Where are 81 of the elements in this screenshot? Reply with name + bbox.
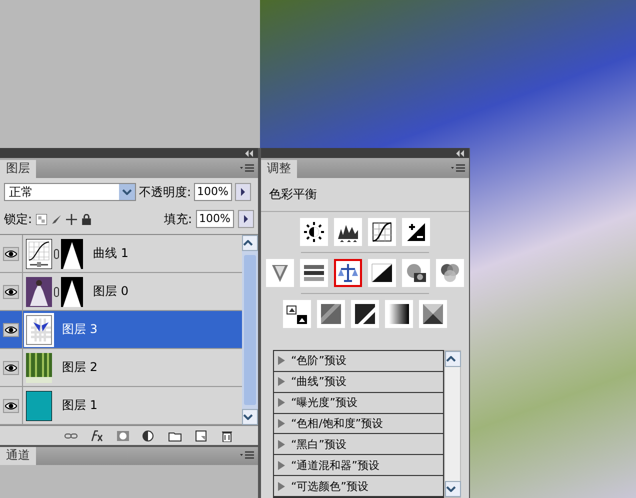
panel-menu-icon[interactable] <box>240 451 254 461</box>
preset-item[interactable]: “色相/饱和度”预设 <box>274 414 443 434</box>
plus-minus-icon[interactable] <box>402 218 430 246</box>
forest-thumbnail <box>26 352 52 382</box>
right-arrow-icon[interactable] <box>240 188 246 196</box>
chain-link-icon[interactable] <box>54 248 59 258</box>
opacity-field[interactable]: 100% <box>194 183 232 201</box>
camera-icon[interactable] <box>402 259 430 287</box>
layer-name: 图层 0 <box>93 283 128 300</box>
curve-graph-icon[interactable] <box>368 218 396 246</box>
layers-tab[interactable]: 图层 <box>0 160 36 178</box>
expand-triangle-icon[interactable] <box>278 482 285 491</box>
fx-icon[interactable] <box>90 430 104 442</box>
checker-icon[interactable] <box>36 214 48 224</box>
fill-arrow-button[interactable] <box>238 210 254 228</box>
scales-icon[interactable] <box>334 259 362 287</box>
visibility-toggle[interactable] <box>3 246 19 260</box>
expand-triangle-icon[interactable] <box>278 419 285 428</box>
opacity-label: 不透明度: <box>139 184 192 200</box>
layer-row[interactable]: 图层 0 <box>0 273 242 311</box>
fill-field[interactable]: 100% <box>196 210 234 228</box>
layer-name: 图层 3 <box>62 321 98 338</box>
fill-label: 填充: <box>164 210 192 228</box>
expand-triangle-icon[interactable] <box>278 460 285 470</box>
scrollbar[interactable] <box>242 235 258 425</box>
gradient-icon[interactable] <box>385 300 413 328</box>
visibility-toggle[interactable] <box>3 398 19 412</box>
preset-label: “黑白”预设 <box>291 436 346 452</box>
blend-mode-dropdown[interactable]: 正常 <box>4 183 136 201</box>
preset-label: “色相/饱和度”预设 <box>291 416 384 431</box>
crossed-square-icon[interactable] <box>419 300 447 328</box>
layer-name: 图层 1 <box>62 397 98 414</box>
photo-thumbnail <box>26 276 52 306</box>
move-icon[interactable] <box>66 214 78 224</box>
sun-icon[interactable] <box>300 218 328 246</box>
layer-name: 曲线 1 <box>93 245 128 262</box>
wings-thumbnail <box>26 314 52 344</box>
expand-triangle-icon[interactable] <box>278 440 285 449</box>
right-arrow-icon[interactable] <box>243 215 249 223</box>
preset-item[interactable]: “曝光度”预设 <box>274 392 443 414</box>
stripes-icon[interactable] <box>300 259 328 287</box>
preset-label: “可选颜色”预设 <box>291 478 368 494</box>
channels-tab[interactable]: 通道 <box>0 447 36 465</box>
preset-label: “通道混和器”预设 <box>291 458 380 473</box>
expand-triangle-icon[interactable] <box>278 377 285 386</box>
visibility-toggle[interactable] <box>3 284 19 298</box>
stepped-gradient-icon[interactable] <box>317 300 345 328</box>
circles-icon[interactable] <box>436 259 464 287</box>
mask-icon[interactable] <box>116 430 130 442</box>
new-layer-icon[interactable] <box>194 430 208 442</box>
lock-label: 锁定: <box>4 210 32 228</box>
expand-triangle-icon[interactable] <box>278 356 285 366</box>
fill-thumbnail <box>26 390 52 420</box>
lock-icon[interactable] <box>81 214 92 224</box>
adjustments-tab[interactable]: 调整 <box>261 160 297 178</box>
preset-label: “色阶”预设 <box>291 353 346 368</box>
chain-link-icon[interactable] <box>54 286 59 296</box>
panel-menu-icon[interactable] <box>240 164 254 174</box>
opacity-arrow-button[interactable] <box>235 183 252 201</box>
visibility-toggle[interactable] <box>3 322 19 336</box>
adjustment-title: 色彩平衡 <box>261 178 469 212</box>
layer-row[interactable]: 曲线 1 <box>0 235 242 273</box>
histogram-icon[interactable] <box>334 218 362 246</box>
inverted-images-icon[interactable] <box>283 300 311 328</box>
curves-thumbnail <box>26 238 52 268</box>
layer-row[interactable]: 图层 2 <box>0 349 242 387</box>
diagonal-stripe-icon[interactable] <box>351 300 379 328</box>
trash-icon[interactable] <box>220 430 234 442</box>
layer-row[interactable]: 图层 3 <box>0 311 242 349</box>
layer-row[interactable]: 图层 1 <box>0 387 242 425</box>
expand-triangle-icon[interactable] <box>278 398 285 408</box>
brush-icon[interactable] <box>51 214 62 224</box>
panel-menu-icon[interactable] <box>451 164 465 174</box>
folder-icon[interactable] <box>168 430 182 442</box>
scrollbar[interactable] <box>444 350 461 498</box>
diagonal-split-icon[interactable] <box>368 259 396 287</box>
preset-label: “曝光度”预设 <box>291 395 358 410</box>
visibility-toggle[interactable] <box>3 360 19 374</box>
preset-label: “曲线”预设 <box>291 374 346 390</box>
half-circle-icon[interactable] <box>142 430 156 442</box>
layer-name: 图层 2 <box>62 359 98 376</box>
